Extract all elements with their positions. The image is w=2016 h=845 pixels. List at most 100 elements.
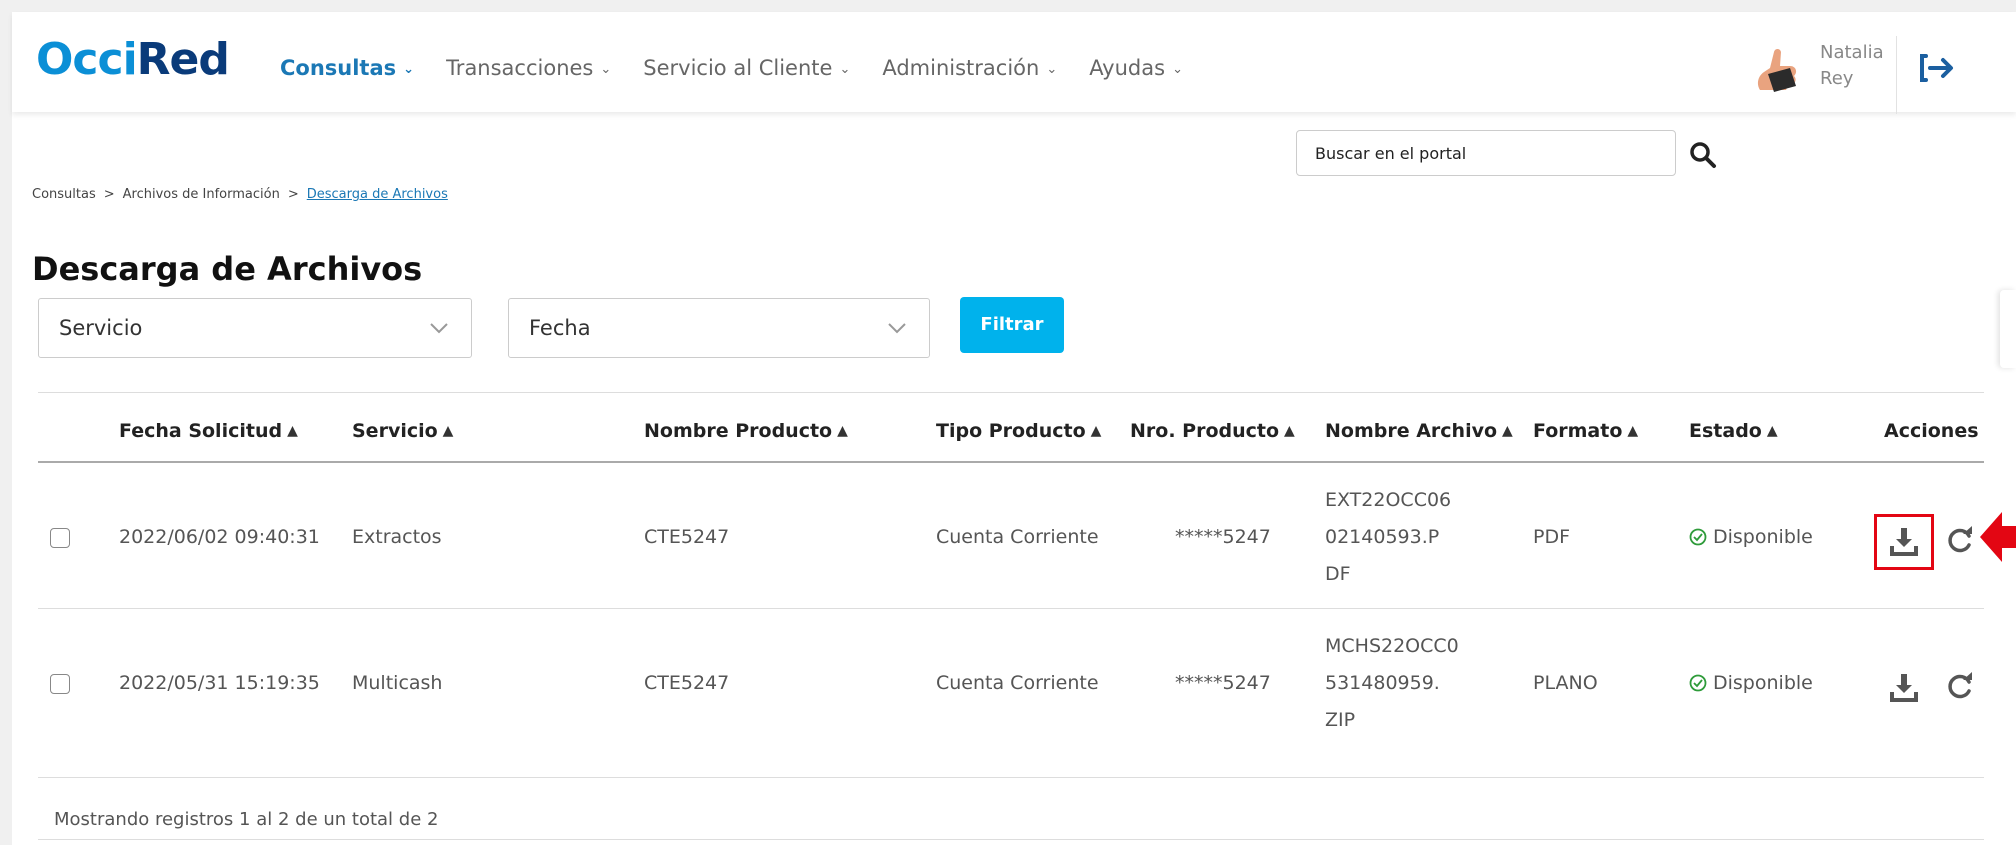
user-menu[interactable]: Natalia Rey [1752, 40, 1892, 100]
sort-icon[interactable]: ▲︎ [287, 423, 298, 439]
cell-nombre-archivo-line: MCHS22OCC0 [1325, 635, 1459, 657]
service-select-value: Servicio [59, 316, 143, 340]
cell-nombre-archivo-line: 531480959. [1325, 672, 1440, 694]
user-last-name: Rey [1820, 68, 1854, 89]
main-nav: Consultas ⌄ Transacciones ⌄ Servicio al … [280, 48, 1215, 88]
status-label: Disponible [1713, 672, 1813, 694]
column-header-label: Formato [1533, 420, 1623, 442]
cell-nombre-archivo-line: ZIP [1325, 709, 1356, 731]
breadcrumb-descarga-archivos[interactable]: Descarga de Archivos [307, 187, 448, 202]
page-title: Descarga de Archivos [32, 250, 423, 288]
chevron-down-icon: ⌄ [1046, 61, 1058, 77]
nav-administracion-label: Administración [882, 56, 1040, 80]
column-header-nombre-producto[interactable]: Nombre Producto ▲︎ [644, 420, 848, 442]
user-first-name: Natalia [1820, 42, 1884, 63]
nav-ayudas[interactable]: Ayudas ⌄ [1089, 48, 1183, 88]
table-header-divider [38, 461, 1984, 463]
column-header-label: Estado [1689, 420, 1762, 442]
column-header-tipo-producto[interactable]: Tipo Producto ▲︎ [936, 420, 1101, 442]
column-header-label: Nombre Archivo [1325, 420, 1498, 442]
column-header-fecha-solicitud[interactable]: Fecha Solicitud ▲︎ [119, 420, 298, 442]
column-header-estado[interactable]: Estado ▲︎ [1689, 420, 1778, 442]
logout-icon[interactable] [1918, 48, 1958, 88]
chevron-down-icon: ⌄ [1172, 61, 1183, 77]
refresh-icon[interactable] [1944, 670, 1976, 702]
nav-ayudas-label: Ayudas [1089, 56, 1166, 80]
date-select-value: Fecha [529, 316, 591, 340]
nav-consultas-label: Consultas [280, 56, 397, 80]
sort-icon[interactable]: ▲︎ [1767, 423, 1778, 439]
logo-part-red: Red [136, 34, 230, 85]
logo-part-occi: Occi [36, 34, 138, 85]
cell-servicio: Multicash [352, 672, 443, 694]
row-checkbox[interactable] [50, 674, 70, 694]
row-checkbox[interactable] [50, 528, 70, 548]
breadcrumb-archivos-informacion[interactable]: Archivos de Información [123, 187, 280, 202]
table-bottom-divider [38, 839, 1984, 840]
column-header-acciones: Acciones [1884, 420, 1979, 442]
occired-logo[interactable]: OcciRed [36, 34, 230, 85]
chevron-down-icon: ⌄ [600, 61, 612, 77]
header-divider [1896, 36, 1897, 114]
column-header-label: Acciones [1884, 420, 1979, 442]
column-header-nombre-archivo[interactable]: Nombre Archivo ▲︎ [1325, 420, 1513, 442]
column-header-label: Tipo Producto [936, 420, 1086, 442]
chevron-down-icon: ⌄ [403, 61, 415, 77]
column-header-servicio[interactable]: Servicio ▲︎ [352, 420, 453, 442]
chevron-down-icon: ⌄ [839, 61, 851, 77]
search-icon[interactable] [1688, 140, 1718, 170]
nav-transacciones[interactable]: Transacciones ⌄ [446, 48, 611, 88]
column-header-label: Fecha Solicitud [119, 420, 283, 442]
cell-nombre-producto: CTE5247 [644, 526, 730, 548]
cell-nombre-archivo-line: EXT22OCC06 [1325, 489, 1452, 511]
sort-icon[interactable]: ▲︎ [443, 423, 454, 439]
nav-servicio-cliente-label: Servicio al Cliente [643, 56, 833, 80]
search-input[interactable] [1297, 131, 1675, 175]
sort-icon[interactable]: ▲︎ [1284, 423, 1295, 439]
sort-icon[interactable]: ▲︎ [1627, 423, 1638, 439]
filter-button[interactable]: Filtrar [960, 297, 1064, 353]
column-header-label: Nombre Producto [644, 420, 833, 442]
column-header-formato[interactable]: Formato ▲︎ [1533, 420, 1638, 442]
sort-icon[interactable]: ▲︎ [837, 423, 848, 439]
avatar [1757, 49, 1797, 92]
download-icon[interactable] [1888, 672, 1920, 704]
refresh-icon[interactable] [1944, 524, 1976, 556]
chevron-down-icon [430, 323, 448, 334]
check-circle-icon [1689, 674, 1707, 692]
breadcrumb-separator: > [103, 187, 115, 202]
nav-administracion[interactable]: Administración ⌄ [882, 48, 1057, 88]
column-header-nro-producto[interactable]: Nro. Producto ▲︎ [1130, 420, 1295, 442]
sort-icon[interactable]: ▲︎ [1502, 423, 1513, 439]
cell-nombre-archivo-line: 02140593.P [1325, 526, 1440, 548]
nav-servicio-cliente[interactable]: Servicio al Cliente ⌄ [643, 48, 850, 88]
row-divider [38, 777, 1984, 778]
cell-tipo-producto: Cuenta Corriente [936, 526, 1099, 548]
cell-formato: PLANO [1533, 672, 1598, 694]
annotation-arrow-icon [1980, 512, 2016, 562]
status-label: Disponible [1713, 526, 1813, 548]
table-footer-info: Mostrando registros 1 al 2 de un total d… [54, 809, 439, 830]
service-select[interactable]: Servicio [38, 298, 472, 358]
chevron-down-icon [888, 323, 906, 334]
nav-consultas[interactable]: Consultas ⌄ [280, 48, 414, 88]
cell-servicio: Extractos [352, 526, 442, 548]
table-top-divider [38, 392, 1984, 393]
cell-nombre-producto: CTE5247 [644, 672, 730, 694]
cell-nombre-archivo-line: DF [1325, 563, 1351, 585]
sort-icon[interactable]: ▲︎ [1091, 423, 1102, 439]
status-badge: Disponible [1689, 672, 1813, 694]
column-header-label: Servicio [352, 420, 438, 442]
check-circle-icon [1689, 528, 1707, 546]
date-select[interactable]: Fecha [508, 298, 930, 358]
nav-transacciones-label: Transacciones [446, 56, 594, 80]
download-icon[interactable] [1888, 526, 1920, 558]
breadcrumb: Consultas > Archivos de Información > Descar… [32, 187, 448, 202]
breadcrumb-consultas[interactable]: Consultas [32, 187, 96, 202]
side-panel-tab[interactable] [2000, 290, 2016, 368]
cell-fecha: 2022/06/02 09:40:31 [119, 526, 320, 548]
row-divider [38, 608, 1984, 609]
breadcrumb-separator: > [287, 187, 299, 202]
status-badge: Disponible [1689, 526, 1813, 548]
cell-nro-producto: *****5247 [1175, 672, 1271, 694]
